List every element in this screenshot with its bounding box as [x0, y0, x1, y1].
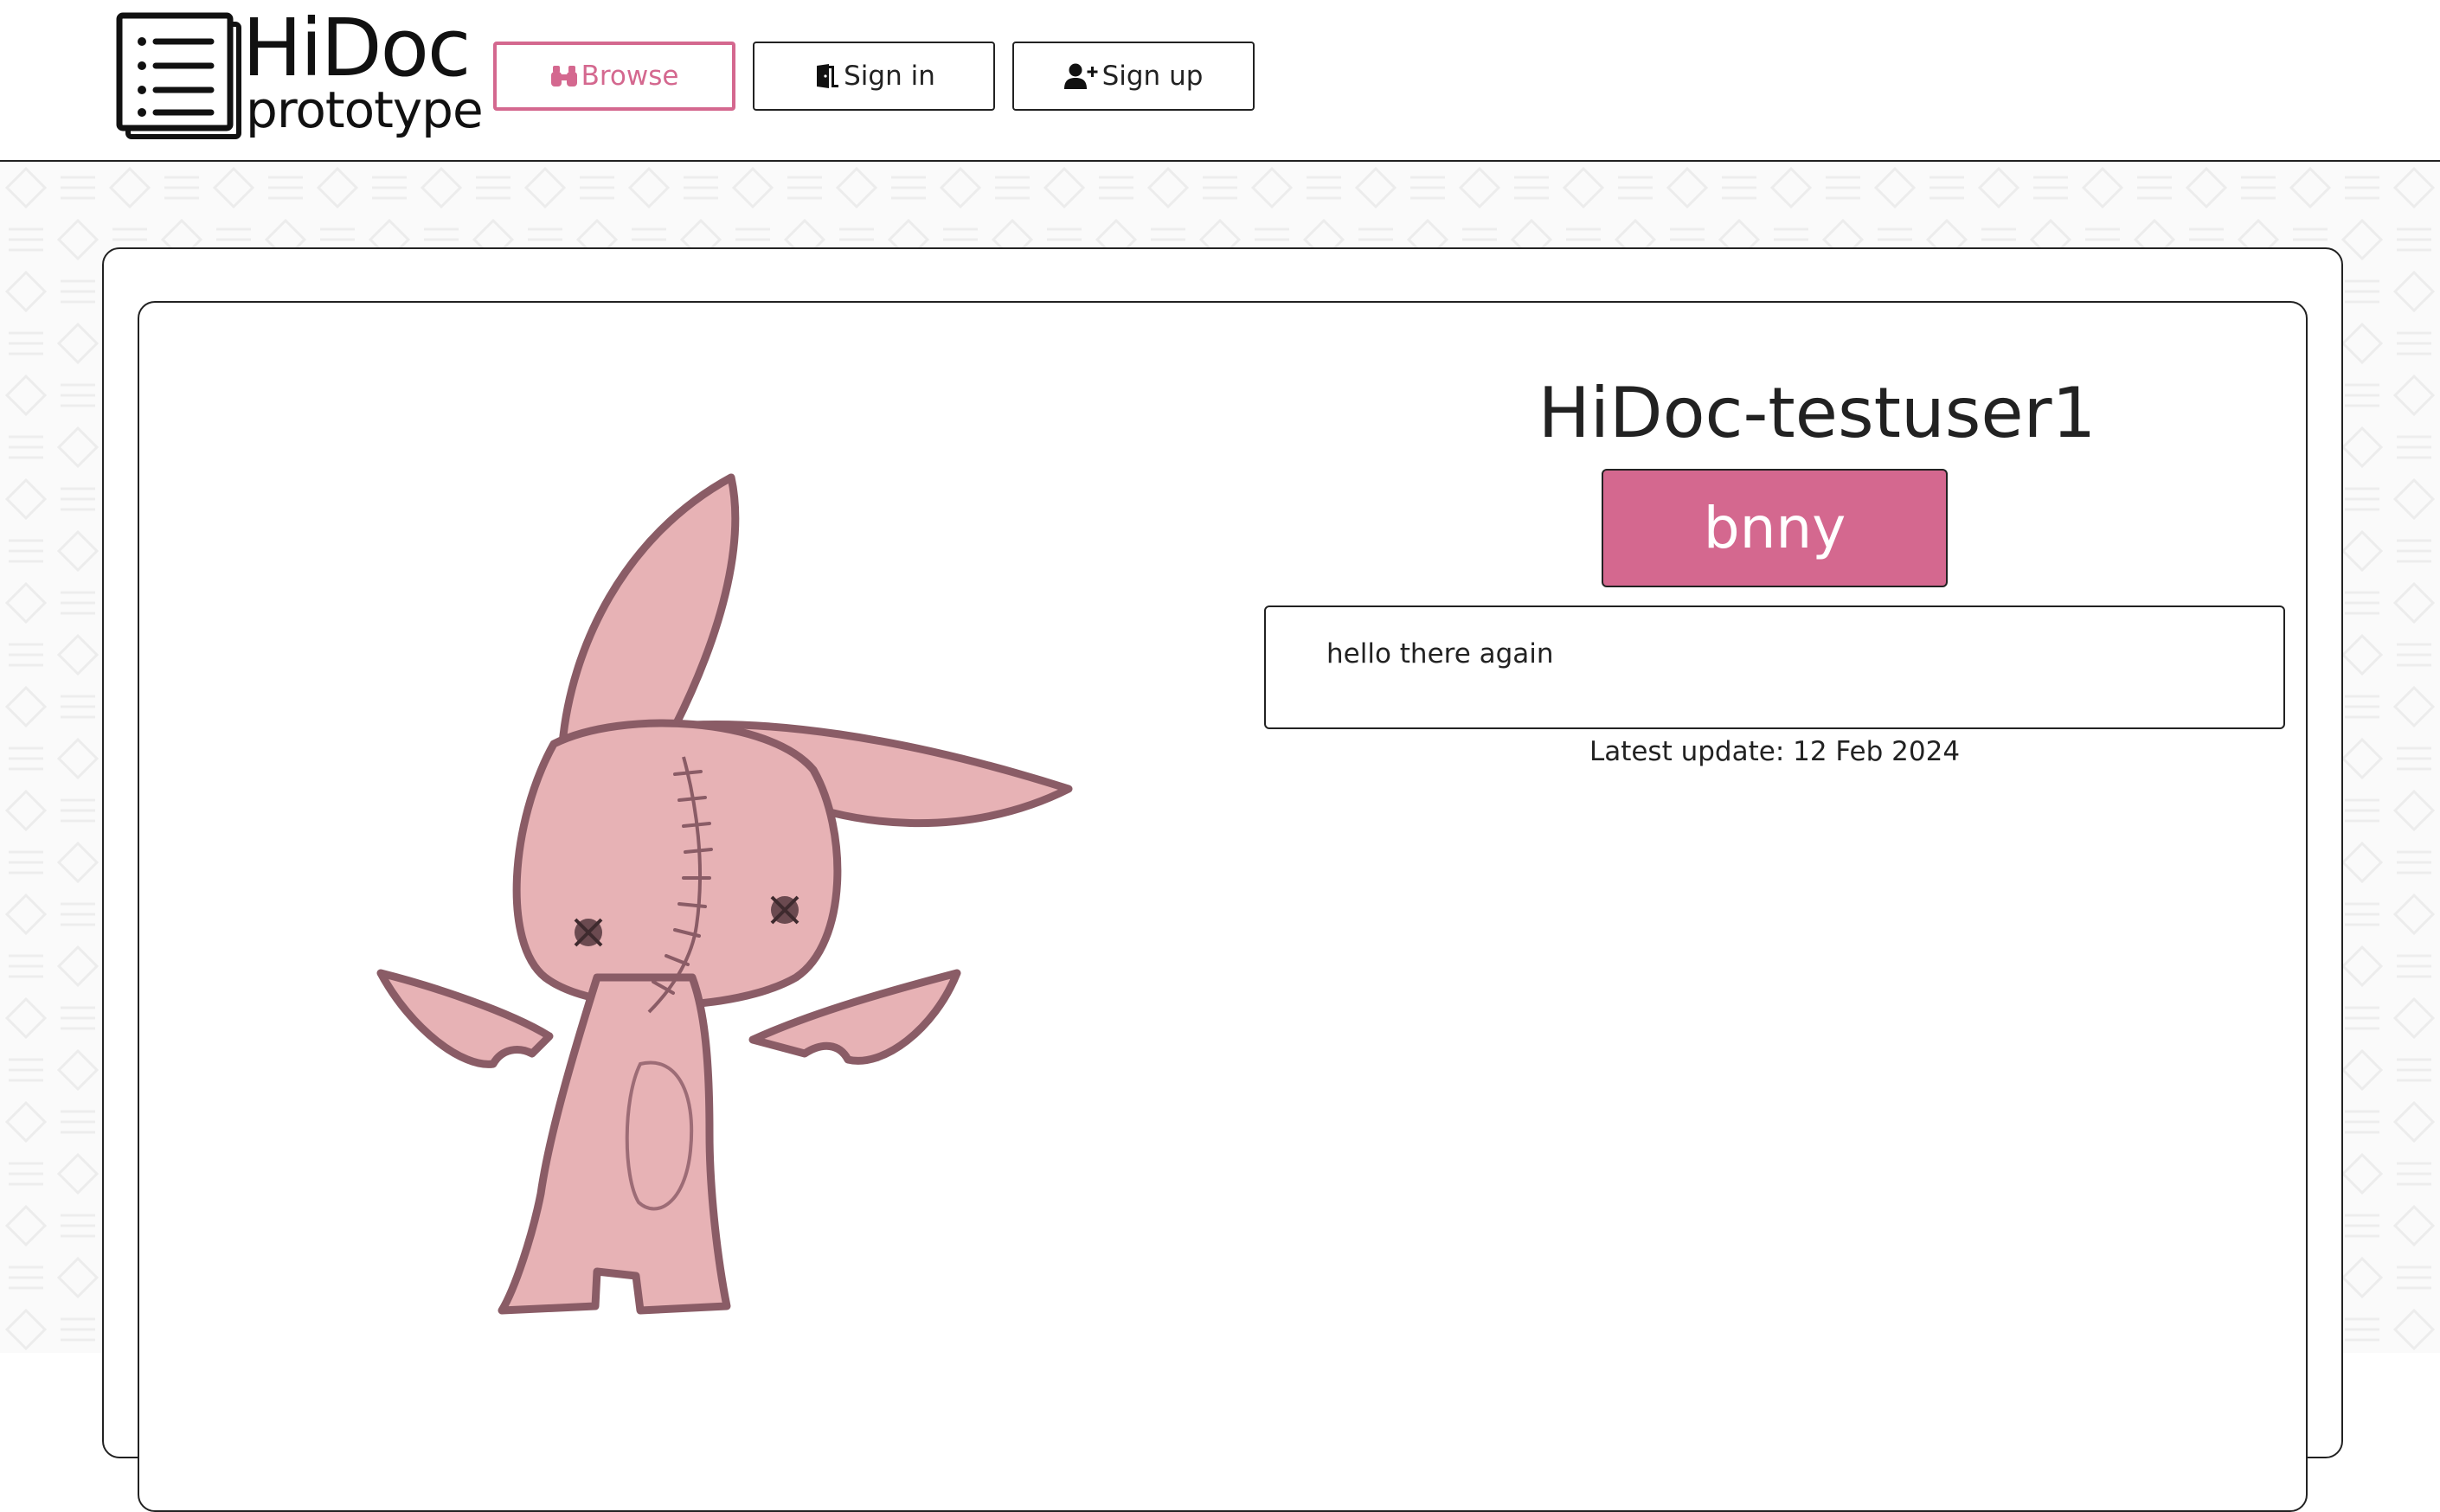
site-logo[interactable]: HiDoc prototype	[116, 5, 484, 142]
browse-button[interactable]: Browse	[493, 42, 735, 111]
sign-up-button[interactable]: Sign up	[1012, 42, 1255, 111]
document-list-icon	[116, 12, 241, 139]
sign-up-label: Sign up	[1101, 61, 1204, 92]
logo-title: HiDoc	[242, 2, 471, 94]
latest-update-text: Latest update: 12 Feb 2024	[1589, 736, 1961, 767]
user-plus-icon	[1063, 63, 1098, 89]
sign-in-button[interactable]: Sign in	[753, 42, 995, 111]
bio-text: hello there again	[1326, 638, 1554, 670]
sign-in-label: Sign in	[844, 61, 935, 92]
site-header: HiDoc prototype Browse Sign in Sign up	[0, 0, 2440, 162]
browse-label: Browse	[581, 61, 679, 92]
binoculars-icon	[550, 66, 577, 86]
profile-tag-badge[interactable]: bnny	[1602, 469, 1948, 587]
tag-label: bnny	[1703, 495, 1846, 561]
door-icon	[817, 64, 839, 88]
profile-image-bunny	[376, 473, 1073, 1315]
profile-username: HiDoc-testuser1	[1538, 373, 2096, 453]
profile-bio-box: hello there again	[1264, 605, 2285, 729]
logo-subtitle: prototype	[246, 80, 484, 139]
